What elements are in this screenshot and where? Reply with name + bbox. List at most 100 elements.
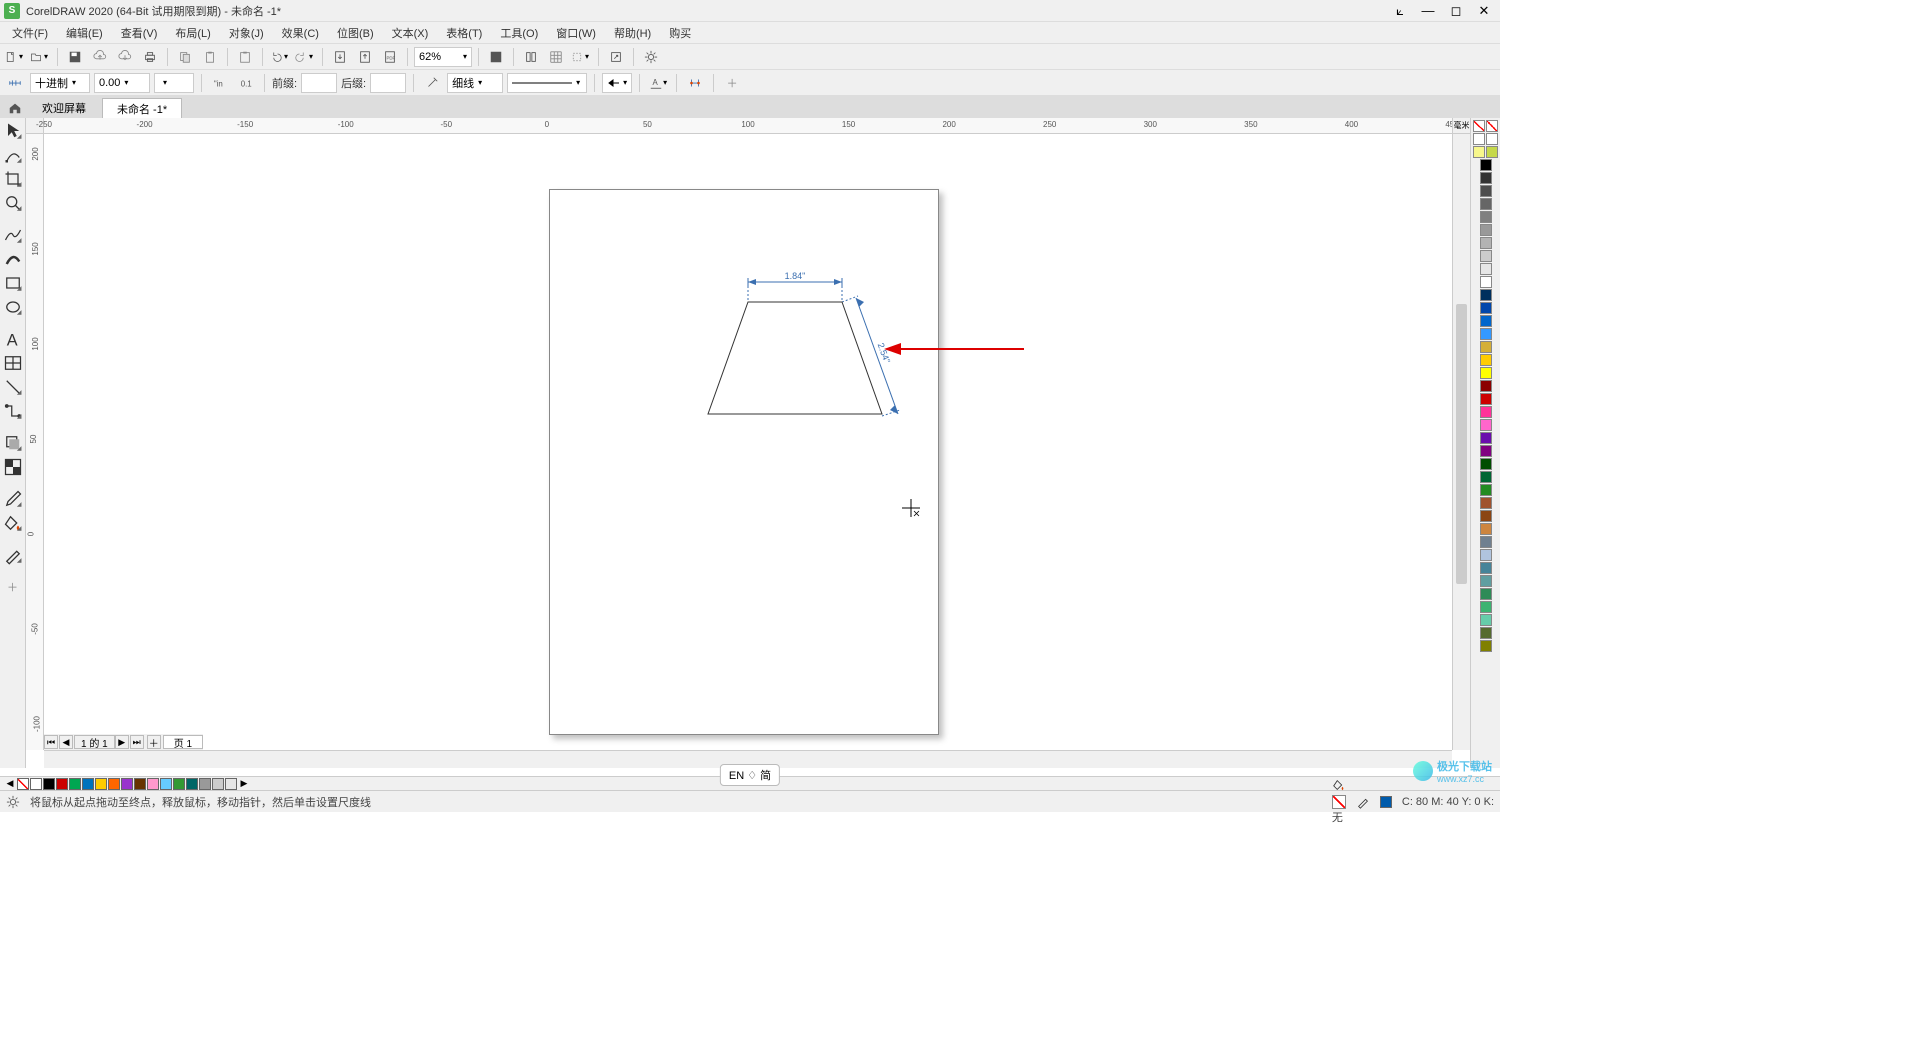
fill-indicator[interactable]: 无: [1332, 778, 1346, 825]
home-tab-icon[interactable]: [4, 98, 26, 118]
doc-color-swatch[interactable]: [186, 778, 198, 790]
page-last-icon[interactable]: ⏭: [130, 735, 144, 749]
drop-shadow-tool[interactable]: ◢: [2, 432, 24, 454]
color-swatch[interactable]: [1480, 289, 1492, 301]
doc-color-swatch[interactable]: [121, 778, 133, 790]
color-swatch[interactable]: [1480, 484, 1492, 496]
color-swatch[interactable]: [1480, 432, 1492, 444]
doc-color-swatch[interactable]: [95, 778, 107, 790]
freehand-tool[interactable]: ◢: [2, 224, 24, 246]
dimension-style-select[interactable]: 十进制▾: [30, 73, 90, 93]
rectangle-tool[interactable]: ◢: [2, 272, 24, 294]
doc-color-swatch[interactable]: [69, 778, 81, 790]
outline-pen-status-icon[interactable]: [1356, 795, 1370, 809]
menu-item[interactable]: 编辑(E): [58, 23, 111, 43]
suffix-input[interactable]: [370, 73, 406, 93]
color-swatch[interactable]: [1473, 133, 1485, 145]
color-swatch[interactable]: [1480, 406, 1492, 418]
crop-tool[interactable]: ◢: [2, 168, 24, 190]
redo-button[interactable]: ▾: [294, 46, 316, 68]
menu-item[interactable]: 查看(V): [113, 23, 166, 43]
menu-item[interactable]: 布局(L): [167, 23, 218, 43]
menu-item[interactable]: 位图(B): [329, 23, 382, 43]
ime-indicator[interactable]: EN ♢ 简: [720, 764, 780, 786]
artistic-media-tool[interactable]: [2, 248, 24, 270]
add-preset-icon[interactable]: ＋: [721, 72, 743, 94]
palette-prev-icon[interactable]: ◀: [4, 778, 16, 789]
color-swatch[interactable]: [1480, 328, 1492, 340]
options-button[interactable]: [640, 46, 662, 68]
doc-color-swatch[interactable]: [56, 778, 68, 790]
page-add-icon[interactable]: ＋: [147, 735, 161, 749]
scrollbar-vertical[interactable]: [1452, 134, 1470, 750]
zoom-tool[interactable]: ◢: [2, 192, 24, 214]
color-swatch[interactable]: [1480, 497, 1492, 509]
connector-tool[interactable]: ◢: [2, 400, 24, 422]
color-swatch[interactable]: [1486, 146, 1498, 158]
color-swatch[interactable]: [1473, 146, 1485, 158]
doc-color-swatch[interactable]: [82, 778, 94, 790]
pdf-button[interactable]: PDF: [379, 46, 401, 68]
menu-item[interactable]: 对象(J): [221, 23, 272, 43]
doc-color-swatch[interactable]: [30, 778, 42, 790]
menu-item[interactable]: 文件(F): [4, 23, 56, 43]
new-button[interactable]: ▾: [4, 46, 26, 68]
line-style-select[interactable]: ▾: [507, 73, 587, 93]
save-button[interactable]: [64, 46, 86, 68]
color-swatch[interactable]: [1480, 419, 1492, 431]
leading-zero-icon[interactable]: 0.1: [235, 72, 257, 94]
ellipse-tool[interactable]: ◢: [2, 296, 24, 318]
fullscreen-button[interactable]: [485, 46, 507, 68]
color-swatch[interactable]: [1486, 133, 1498, 145]
dimension-style-icon[interactable]: [4, 72, 26, 94]
palette-next-icon[interactable]: ▶: [238, 778, 250, 789]
maximize-icon[interactable]: ◻: [1444, 2, 1468, 20]
clipboard-button[interactable]: [234, 46, 256, 68]
page-prev-icon[interactable]: ◀: [59, 735, 73, 749]
fill-tool[interactable]: ◢: [2, 512, 24, 534]
menu-item[interactable]: 工具(O): [492, 23, 546, 43]
color-swatch[interactable]: [1480, 549, 1492, 561]
tab-welcome[interactable]: 欢迎屏幕: [28, 98, 100, 118]
cloud-up-button[interactable]: [89, 46, 111, 68]
color-swatch[interactable]: [1480, 575, 1492, 587]
cloud-down-button[interactable]: [114, 46, 136, 68]
outline-color-swatch[interactable]: [1380, 796, 1392, 808]
doc-color-swatch[interactable]: [160, 778, 172, 790]
color-swatch[interactable]: [1480, 588, 1492, 600]
import-button[interactable]: [329, 46, 351, 68]
color-swatch[interactable]: [1480, 640, 1492, 652]
snap-button[interactable]: [520, 46, 542, 68]
color-swatch[interactable]: [1480, 172, 1492, 184]
color-swatch[interactable]: [1480, 341, 1492, 353]
quick-customize-icon[interactable]: ＋: [2, 576, 24, 598]
ruler-vertical[interactable]: 200150100500-50-100: [26, 134, 44, 750]
color-swatch[interactable]: [1480, 159, 1492, 171]
doc-color-swatch[interactable]: [225, 778, 237, 790]
color-swatch[interactable]: [1480, 471, 1492, 483]
menu-item[interactable]: 帮助(H): [606, 23, 659, 43]
color-swatch[interactable]: [1480, 458, 1492, 470]
no-outline-swatch[interactable]: [1486, 120, 1498, 132]
color-swatch[interactable]: [1480, 601, 1492, 613]
outline-tool[interactable]: ◢: [2, 544, 24, 566]
color-swatch[interactable]: [1480, 263, 1492, 275]
show-units-icon[interactable]: "in: [209, 72, 231, 94]
outline-pen-icon[interactable]: [421, 72, 443, 94]
transparency-tool[interactable]: [2, 456, 24, 478]
close-icon[interactable]: ✕: [1472, 2, 1496, 20]
drawing-viewport[interactable]: 1.84" 2.54": [44, 134, 1452, 750]
export-button[interactable]: [354, 46, 376, 68]
doc-color-swatch[interactable]: [134, 778, 146, 790]
gear-icon[interactable]: [6, 795, 20, 809]
text-position-icon[interactable]: A▾: [647, 72, 669, 94]
grid-button[interactable]: [545, 46, 567, 68]
minimize-icon[interactable]: —: [1416, 2, 1440, 20]
page-first-icon[interactable]: ⏮: [44, 735, 58, 749]
color-swatch[interactable]: [1480, 198, 1492, 210]
ruler-horizontal[interactable]: -250-200-150-100-50050100150200250300350…: [44, 118, 1452, 134]
launch-button[interactable]: [605, 46, 627, 68]
guides-button[interactable]: ▾: [570, 46, 592, 68]
paste-button[interactable]: [199, 46, 221, 68]
color-swatch[interactable]: [1480, 562, 1492, 574]
